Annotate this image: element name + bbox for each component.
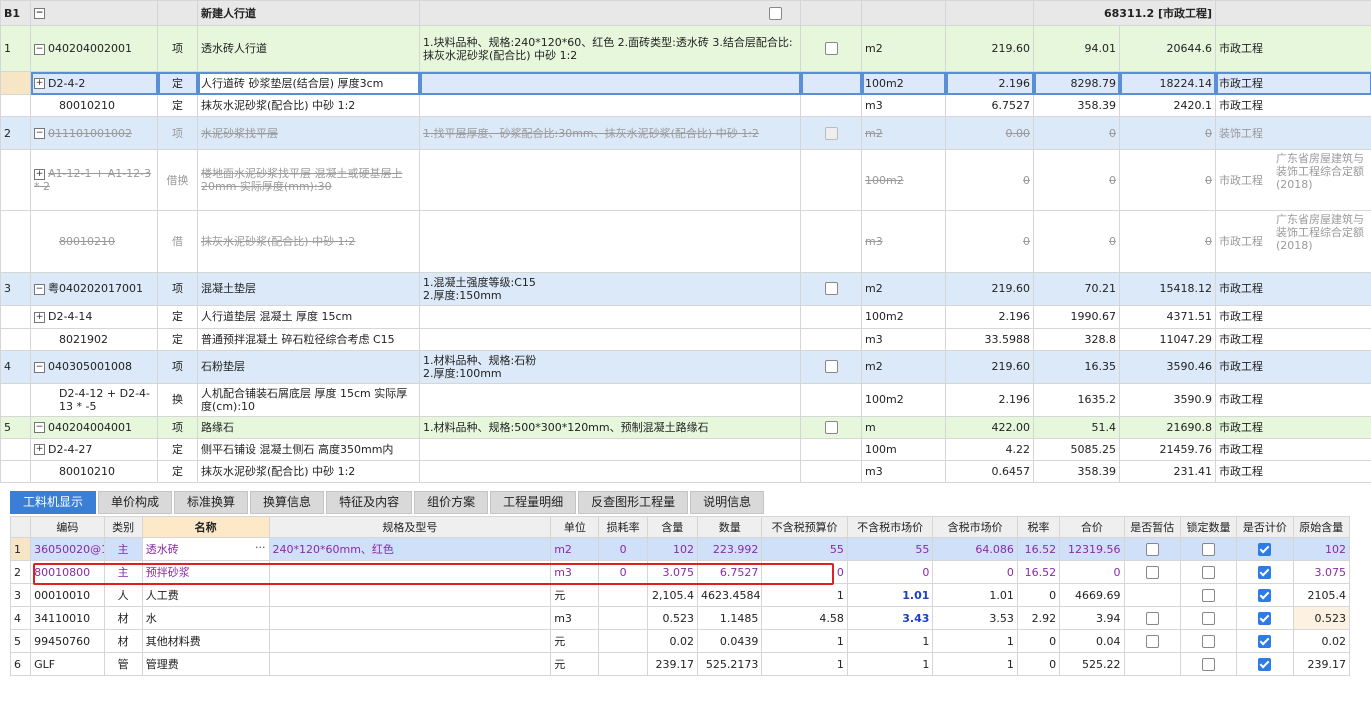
collapse-icon[interactable]: −: [34, 361, 45, 373]
estimate-checkbox[interactable]: [1145, 542, 1159, 556]
row-checkbox[interactable]: [824, 360, 838, 374]
tab-notes[interactable]: 说明信息: [690, 491, 765, 514]
material-header-row: 编码 类别 名称 规格及型号 单位 损耗率 含量 数量 不含税预算价 不含税市场…: [9, 516, 1351, 538]
estimate-checkbox[interactable]: [1145, 565, 1159, 579]
detail-tabs: 工料机显示 单价构成 标准换算 换算信息 特征及内容 组价方案 工程量明细 反查…: [10, 491, 766, 514]
quota-row[interactable]: + D2-4-27 定 侧平石铺设 混凝土侧石 高度350mm内 100m 4.2…: [0, 437, 1371, 461]
quota-source-note: 广东省房屋建筑与装饰工程综合定额(2018): [1276, 213, 1364, 252]
estimate-checkbox[interactable]: [1145, 611, 1159, 625]
quota-row-disabled[interactable]: 80010210 借 抹灰水泥砂浆(配合比) 中砂 1:2 m3 0 0 0 市…: [0, 210, 1371, 273]
more-icon[interactable]: ···: [255, 541, 266, 554]
quota-row[interactable]: 80010210 定 抹灰水泥砂浆(配合比) 中砂 1:2 m3 6.7527 …: [0, 94, 1371, 118]
collapse-icon[interactable]: −: [34, 128, 45, 140]
tab-features[interactable]: 特征及内容: [326, 491, 413, 514]
section-code: B1: [0, 0, 31, 27]
lock-qty-checkbox[interactable]: [1202, 634, 1216, 648]
expand-icon[interactable]: +: [34, 444, 45, 456]
quota-row[interactable]: 80010210 定 抹灰水泥砂浆(配合比) 中砂 1:2 m3 0.6457 …: [0, 459, 1371, 484]
tab-conversion-info[interactable]: 换算信息: [250, 491, 325, 514]
lock-qty-checkbox[interactable]: [1202, 542, 1216, 556]
material-row[interactable]: 6 GLF 管 管理费 元 239.17 525.2173 1 1 1 0 52…: [9, 652, 1351, 676]
bill-row-disabled[interactable]: 2 −011101001002 项 水泥砂浆找平层 1.找平层厚度、砂浆配合比:…: [0, 116, 1371, 151]
bill-row[interactable]: 3 − 粤040202017001 项 混凝土垫层 1.混凝土强度等级:C15 2…: [0, 271, 1371, 306]
tab-quantity-detail[interactable]: 工程量明细: [490, 491, 577, 514]
section-total: 68311.2: [1104, 6, 1155, 20]
lock-qty-checkbox[interactable]: [1202, 611, 1216, 625]
material-row[interactable]: 4 34110010 材 水 m3 0.523 1.1485 4.58 3.43…: [9, 606, 1351, 630]
material-row[interactable]: 3 00010010 人 人工费 元 2,105.4 4623.4584 1 1…: [9, 583, 1351, 607]
expand-icon[interactable]: +: [34, 78, 45, 90]
row-checkbox[interactable]: [824, 42, 838, 56]
row-checkbox[interactable]: [824, 421, 838, 435]
priced-checkbox[interactable]: [1258, 634, 1272, 648]
collapse-icon[interactable]: −: [34, 43, 45, 55]
priced-checkbox[interactable]: [1258, 588, 1272, 602]
tab-graphic-quantity[interactable]: 反查图形工程量: [578, 491, 689, 514]
row-checkbox[interactable]: [824, 127, 838, 140]
lock-qty-checkbox[interactable]: [1202, 588, 1216, 602]
quota-row-selected[interactable]: + D2-4-2 定 人行道砖 砂浆垫层(结合层) 厚度3cm 100m2 2.1…: [0, 71, 1371, 96]
feature-text: 1.块料品种、规格:240*120*60、红色 2.面砖类型:透水砖 3.结合层…: [419, 25, 801, 73]
section-header-row[interactable]: B1 − 新建人行道 68311.2 [市政工程]: [0, 0, 1371, 27]
tab-material-display[interactable]: 工料机显示: [10, 491, 97, 514]
bill-row[interactable]: 4 −040305001008 项 石粉垫层 1.材料品种、规格:石粉 2.厚度…: [0, 349, 1371, 384]
quota-row[interactable]: 8021902 定 普通预拌混凝土 碎石粒径综合考虑 C15 m3 33.598…: [0, 327, 1371, 351]
quota-row-disabled[interactable]: + A1-12-1 + A1-12-3 * 2 借换 楼地面水泥砂浆找平层 混凝土…: [0, 149, 1371, 212]
tab-unit-price[interactable]: 单价构成: [98, 491, 173, 514]
bill-row[interactable]: 5 −040204004001 项 路缘石 1.材料品种、规格:500*300*…: [0, 415, 1371, 439]
bill-grid: B1 − 新建人行道 68311.2 [市政工程] 1 −04020400200…: [0, 0, 1371, 484]
priced-checkbox[interactable]: [1258, 542, 1272, 556]
quota-row[interactable]: + D2-4-14 定 人行道垫层 混凝土 厚度 15cm 100m2 2.196…: [0, 304, 1371, 329]
material-row[interactable]: 5 99450760 材 其他材料费 元 0.02 0.0439 1 1 1 0…: [9, 629, 1351, 653]
row-checkbox[interactable]: [824, 282, 838, 296]
tab-pricing-scheme[interactable]: 组价方案: [414, 491, 489, 514]
priced-checkbox[interactable]: [1258, 565, 1272, 579]
material-row-selected[interactable]: 1 36050020@1 主 透水砖 ··· 240*120*60mm、红色 m2…: [9, 537, 1351, 561]
collapse-icon[interactable]: −: [34, 422, 45, 434]
collapse-icon[interactable]: −: [34, 8, 45, 20]
lock-qty-checkbox[interactable]: [1202, 657, 1216, 671]
expand-icon[interactable]: +: [34, 311, 45, 323]
section-checkbox[interactable]: [768, 6, 782, 20]
expand-icon[interactable]: +: [34, 168, 45, 180]
priced-checkbox[interactable]: [1258, 611, 1272, 625]
priced-checkbox[interactable]: [1258, 657, 1272, 671]
quota-row[interactable]: D2-4-12 + D2-4-13 * -5 换 人机配合铺装石屑底层 厚度 1…: [0, 382, 1371, 417]
section-category: [市政工程]: [1157, 6, 1213, 20]
collapse-icon[interactable]: −: [34, 283, 45, 295]
lock-qty-checkbox[interactable]: [1202, 565, 1216, 579]
tab-standard-conversion[interactable]: 标准换算: [174, 491, 249, 514]
material-row[interactable]: 2 80010800 主 预拌砂浆 m3 0 3.075 6.7527 0 0 …: [9, 560, 1351, 584]
bill-row[interactable]: 1 −040204002001 项 透水砖人行道 1.块料品种、规格:240*1…: [0, 25, 1371, 73]
estimate-checkbox[interactable]: [1145, 634, 1159, 648]
quota-source-note: 广东省房屋建筑与装饰工程综合定额(2018): [1276, 152, 1364, 191]
section-title: 新建人行道: [197, 0, 420, 27]
material-grid: 编码 类别 名称 规格及型号 单位 损耗率 含量 数量 不含税预算价 不含税市场…: [9, 516, 1351, 676]
